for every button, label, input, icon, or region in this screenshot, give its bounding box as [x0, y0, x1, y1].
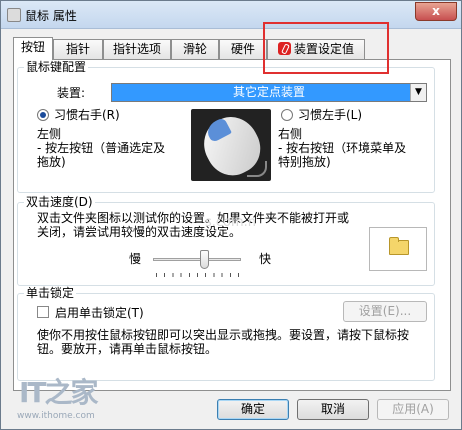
double-click-desc-1: 双击文件夹图标以测试你的设置。如果文件夹不能被打开或 — [37, 211, 350, 225]
click-lock-enable-label[interactable]: 启用单击锁定(T) — [55, 306, 144, 320]
left-side-desc-1: - 按左按钮（普通选定及 — [37, 141, 166, 155]
apply-button[interactable]: 应用(A) — [377, 399, 449, 420]
mouse-icon — [7, 8, 21, 22]
mouse-cord — [247, 161, 267, 177]
right-side-title: 右侧 — [278, 127, 303, 141]
left-side-desc-2: 拖放) — [37, 155, 66, 169]
click-lock-settings-button[interactable]: 设置(E)... — [343, 301, 427, 322]
double-click-speed-label: 双击速度(D) — [24, 195, 95, 209]
left-handed-label[interactable]: 习惯左手(L) — [298, 108, 362, 122]
cancel-button[interactable]: 取消 — [297, 399, 369, 420]
test-folder-area[interactable] — [369, 227, 427, 271]
chevron-down-icon[interactable]: ▼ — [410, 84, 426, 101]
fast-label: 快 — [259, 252, 272, 266]
close-button[interactable]: x — [415, 2, 457, 21]
ithome-watermark-url: www.ithome.com — [17, 411, 95, 421]
tab-buttons[interactable]: 按钮 — [13, 37, 53, 60]
right-handed-radio[interactable] — [37, 109, 49, 121]
right-handed-label[interactable]: 习惯右手(R) — [54, 108, 120, 122]
right-side-desc-2: 特别拖放) — [278, 155, 331, 169]
right-side-desc-1: - 按右按钮（环境菜单及 — [278, 141, 407, 155]
double-click-speed-slider-thumb[interactable] — [199, 250, 209, 269]
left-handed-radio[interactable] — [281, 109, 293, 121]
ok-button[interactable]: 确定 — [217, 399, 289, 420]
tab-pointers[interactable]: 指针 — [53, 39, 103, 59]
left-side-title: 左侧 — [37, 127, 62, 141]
title-bar: 鼠标 属性 x — [1, 1, 461, 29]
folder-icon[interactable] — [389, 237, 409, 255]
click-lock-desc-1: 使你不用按住鼠标按钮即可以突出显示或拖拽。要设置，请按下鼠标按 — [37, 328, 410, 342]
mouse-properties-window: 鼠标 属性 x 按钮 指针 指针选项 滑轮 硬件 装置设定值 鼠标键配置 装置:… — [0, 0, 462, 430]
slow-label: 慢 — [129, 252, 142, 266]
button-configuration-label: 鼠标键配置 — [24, 60, 89, 74]
device-select-value: 其它定点装置 — [232, 85, 305, 99]
device-label: 装置: — [57, 86, 86, 100]
click-lock-checkbox[interactable] — [37, 306, 49, 318]
tab-wheel[interactable]: 滑轮 — [171, 39, 219, 59]
click-lock-desc-2: 钮。要放开，请再单击鼠标按钮。 — [37, 342, 218, 356]
click-lock-label: 单击锁定 — [24, 286, 77, 300]
tab-hardware[interactable]: 硬件 — [219, 39, 267, 59]
tab-pointer-options[interactable]: 指针选项 — [103, 39, 171, 59]
device-select[interactable]: 其它定点装置 ▼ — [111, 83, 427, 102]
mouse-image — [191, 109, 271, 181]
ithome-watermark-logo: IT之家 — [19, 376, 99, 409]
double-click-speed-slider[interactable] — [153, 258, 241, 261]
highlight-box — [263, 22, 389, 74]
center-watermark: s.com.n — [205, 215, 257, 230]
window-title: 鼠标 属性 — [25, 9, 77, 23]
slider-ticks — [156, 273, 240, 277]
